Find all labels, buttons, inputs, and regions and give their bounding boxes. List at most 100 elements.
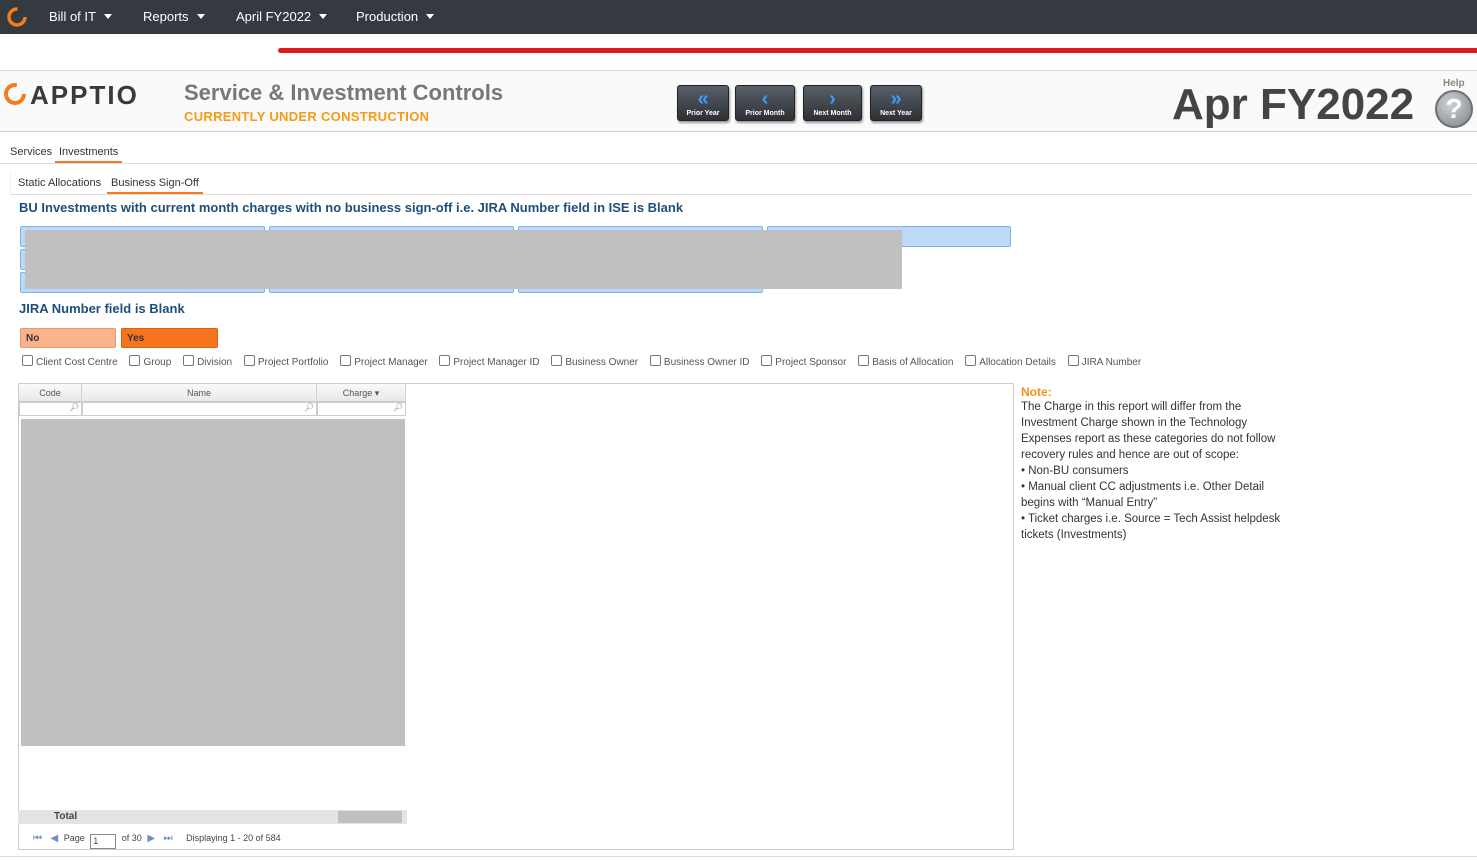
chevron-right-icon: › [829, 88, 836, 110]
redacted-area [25, 230, 902, 289]
note-line: Expenses report as these categories do n… [1021, 433, 1276, 445]
toggle-no-button[interactable]: No [20, 328, 116, 348]
apptio-logo-icon[interactable] [6, 6, 28, 28]
caret-down-icon [426, 14, 435, 19]
checkbox-label: Basis of Allocation [872, 357, 954, 368]
checkbox-icon[interactable] [22, 355, 33, 366]
checkbox-icon[interactable] [761, 355, 773, 366]
checkbox-label: Business Owner ID [663, 357, 750, 368]
menu-label: Bill of IT [49, 9, 96, 24]
prior-month-button[interactable]: ‹ Prior Month [735, 85, 795, 121]
tab-investments[interactable]: Investments [55, 144, 123, 163]
checkbox-group[interactable]: Group [129, 355, 171, 368]
pager: ⏮︎ ◀︎ Page 1 of 30 ▶︎ ⏭︎ Displaying 1 - … [30, 833, 281, 849]
checkbox-label: Group [143, 357, 172, 368]
checkbox-icon[interactable] [858, 355, 870, 366]
menu-label: Production [356, 9, 419, 24]
button-label: Next Month [813, 110, 852, 117]
page-label: Page [63, 833, 85, 843]
checkbox-business-owner[interactable]: Business Owner [551, 355, 638, 368]
page-subtitle: CURRENTLY UNDER CONSTRUCTION [184, 109, 430, 124]
filter-code-input[interactable]: 🔎︎ [19, 402, 82, 416]
column-options: Client Cost Centre Group Division Projec… [22, 355, 1150, 368]
prior-year-button[interactable]: « Prior Year [677, 85, 729, 121]
filter-name-input[interactable]: 🔎︎ [82, 402, 317, 416]
note-line: The Charge in this report will differ fr… [1021, 401, 1242, 413]
search-icon: 🔎︎ [392, 403, 403, 412]
column-header-code[interactable]: Code [19, 384, 82, 402]
double-chevron-right-icon: » [890, 88, 902, 110]
menu-reports[interactable]: Reports [143, 0, 205, 34]
button-label: Next Year [880, 110, 912, 117]
tab-business-sign-off[interactable]: Business Sign-Off [107, 175, 203, 194]
page-input[interactable]: 1 [90, 834, 117, 849]
next-month-button[interactable]: › Next Month [803, 85, 862, 121]
menu-period[interactable]: April FY2022 [236, 0, 328, 34]
redacted-grid-rows [21, 419, 405, 746]
displaying-info: Displaying 1 - 20 of 584 [186, 833, 281, 843]
progress-bar [278, 48, 1477, 53]
checkbox-icon[interactable] [439, 355, 451, 366]
checkbox-icon[interactable] [1067, 355, 1079, 366]
help-icon[interactable]: ? [1435, 90, 1473, 128]
checkbox-project-sponsor[interactable]: Project Sponsor [761, 355, 846, 368]
checkbox-icon[interactable] [129, 355, 141, 366]
last-page-icon[interactable]: ⏭︎ [164, 833, 173, 844]
main-tabs: Services Investments [0, 143, 1477, 164]
filter-charge-input[interactable]: 🔎︎ [317, 402, 406, 416]
search-icon: 🔎︎ [68, 403, 79, 412]
menu-environment[interactable]: Production [356, 0, 435, 34]
note-line: recovery rules and hence are out of scop… [1021, 449, 1239, 461]
checkbox-icon[interactable] [183, 355, 195, 366]
checkbox-label: JIRA Number [1081, 357, 1142, 368]
checkbox-project-manager[interactable]: Project Manager [340, 355, 428, 368]
column-header-charge[interactable]: Charge ▾ [317, 384, 406, 402]
toggle-yes-button[interactable]: Yes [121, 328, 218, 348]
checkbox-jira-number[interactable]: JIRA Number [1067, 355, 1142, 368]
checkbox-label: Allocation Details [979, 357, 1056, 368]
note-line: tickets (Investments) [1021, 529, 1127, 541]
next-year-button[interactable]: » Next Year [870, 85, 922, 121]
menu-label: April FY2022 [236, 9, 312, 24]
checkbox-icon[interactable] [649, 355, 661, 366]
tab-static-allocations[interactable]: Static Allocations [14, 175, 105, 194]
note-line: • Manual client CC adjustments i.e. Othe… [1021, 481, 1265, 493]
button-label: Prior Year [686, 110, 720, 117]
page-title: Service & Investment Controls [184, 80, 504, 105]
checkbox-icon[interactable] [965, 355, 977, 366]
checkbox-division[interactable]: Division [183, 355, 232, 368]
total-row: Total [18, 810, 407, 824]
checkbox-client-cost-centre[interactable]: Client Cost Centre [22, 355, 118, 368]
checkbox-project-portfolio[interactable]: Project Portfolio [243, 355, 329, 368]
checkbox-icon[interactable] [243, 355, 255, 366]
checkbox-icon[interactable] [551, 355, 563, 366]
next-page-icon[interactable]: ▶︎ [147, 833, 155, 844]
checkbox-project-manager-id[interactable]: Project Manager ID [439, 355, 540, 368]
note-line: • Ticket charges i.e. Source = Tech Assi… [1021, 513, 1281, 525]
checkbox-label: Project Sponsor [775, 357, 847, 368]
note-line: begins with “Manual Entry” [1021, 497, 1158, 509]
tab-services[interactable]: Services [6, 144, 56, 163]
checkbox-icon[interactable] [340, 355, 352, 366]
checkbox-business-owner-id[interactable]: Business Owner ID [649, 355, 750, 368]
menu-label: Reports [143, 9, 189, 24]
menu-bill-of-it[interactable]: Bill of IT [49, 0, 112, 34]
report-title: BU Investments with current month charge… [19, 200, 684, 215]
top-nav-bar: Bill of IT Reports April FY2022 Producti… [0, 0, 1477, 34]
first-page-icon[interactable]: ⏮︎ [33, 833, 42, 844]
brand-name: APPTIO [30, 80, 139, 110]
checkbox-label: Project Manager ID [453, 357, 540, 368]
column-header-name[interactable]: Name [82, 384, 317, 402]
chevron-left-icon: ‹ [761, 88, 769, 110]
jira-heading: JIRA Number field is Blank [19, 301, 185, 316]
search-icon: 🔎︎ [303, 403, 314, 412]
button-label: Prior Month [745, 110, 785, 117]
note-title: Note: [1021, 385, 1052, 399]
note-line: • Non-BU consumers [1021, 465, 1129, 477]
redacted-total [338, 811, 402, 823]
prev-page-icon[interactable]: ◀︎ [51, 833, 59, 844]
total-label: Total [54, 811, 78, 822]
checkbox-label: Project Portfolio [257, 357, 329, 368]
checkbox-basis-of-allocation[interactable]: Basis of Allocation [858, 355, 953, 368]
checkbox-allocation-details[interactable]: Allocation Details [965, 355, 1056, 368]
